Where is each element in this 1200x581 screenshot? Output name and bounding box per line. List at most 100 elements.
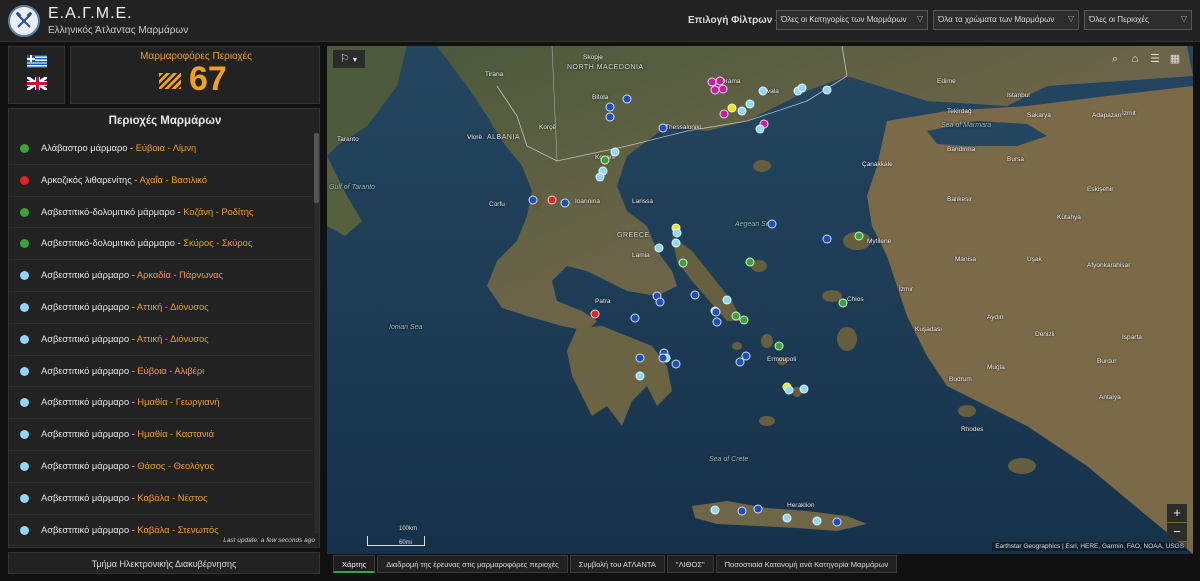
tab-3[interactable]: "ΛΙΘΟΣ" <box>666 555 714 573</box>
marble-area-marker[interactable] <box>590 309 600 319</box>
marble-area-marker[interactable] <box>622 94 632 104</box>
marble-area-marker[interactable] <box>758 86 768 96</box>
home-button[interactable]: ⌂ <box>1125 50 1145 68</box>
legend-button[interactable]: ☰ <box>1145 50 1165 68</box>
marble-area-marker[interactable] <box>605 112 615 122</box>
marble-area-marker[interactable] <box>710 505 720 515</box>
marble-area-marker[interactable] <box>712 317 722 327</box>
uk-flag-button[interactable] <box>27 77 47 90</box>
zoom-out-button[interactable]: − <box>1167 523 1187 541</box>
list-item[interactable]: Ασβεστιτικό μάρμαρο - Εύβοια - Αλιβέρι <box>9 356 313 388</box>
list-scrollbar[interactable] <box>314 133 319 533</box>
marble-area-marker[interactable] <box>528 195 538 205</box>
marble-area-marker[interactable] <box>671 238 681 248</box>
list-item[interactable]: Ασβεστιτικό μάρμαρο - Αρκαδία - Πάρνωνας <box>9 260 313 292</box>
marble-area-marker[interactable] <box>812 516 822 526</box>
marble-area-marker[interactable] <box>797 83 807 93</box>
marble-area-marker[interactable] <box>610 147 620 157</box>
tab-1[interactable]: Διαδρομή της έρευνας στις μαρμαροφόρες π… <box>377 555 568 573</box>
map-view[interactable]: Tirana NORTH MACEDONIA Skopje ALBANIA Ko… <box>327 46 1193 554</box>
list-item-text: Αρκοζικός λιθαρενίτης - Αχαΐα - Βασιλικό <box>41 174 207 185</box>
marble-area-marker[interactable] <box>605 102 615 112</box>
map-label-ermoupoli: Ermoupoli <box>767 356 797 363</box>
marble-area-marker[interactable] <box>727 103 737 113</box>
zoom-in-button[interactable]: + <box>1167 504 1187 522</box>
search-button[interactable]: ⌕ <box>1105 50 1125 68</box>
marble-area-marker[interactable] <box>671 359 681 369</box>
marble-area-marker[interactable] <box>774 341 784 351</box>
region-filter-select[interactable]: Όλες οι Περιοχές ▽ <box>1084 10 1192 30</box>
marble-area-marker[interactable] <box>658 123 668 133</box>
marble-area-marker[interactable] <box>560 198 570 208</box>
list-item[interactable]: Ασβεστιτικό μάρμαρο - Καβάλα - Νέστος <box>9 483 313 515</box>
marble-area-marker[interactable] <box>719 109 729 119</box>
tab-0[interactable]: Χάρτης <box>333 555 376 573</box>
marble-area-marker[interactable] <box>547 195 557 205</box>
list-item[interactable]: Αλάβαστρο μάρμαρο - Εύβοια - Λίμνη <box>9 133 313 165</box>
marble-area-marker[interactable] <box>739 315 749 325</box>
marble-location: Αρκαδία - Πάρνωνας <box>136 270 223 281</box>
marble-area-marker[interactable] <box>654 243 664 253</box>
map-label-albania: ALBANIA <box>487 134 521 141</box>
app-subtitle: Ελληνικός Άτλαντας Μαρμάρων <box>48 25 189 36</box>
basemap-button[interactable]: ▦ <box>1165 50 1185 68</box>
color-filter-select[interactable]: Όλα τα χρώματα των Μαρμάρων ▽ <box>933 10 1079 30</box>
marble-area-marker[interactable] <box>755 124 765 134</box>
list-item[interactable]: Ασβεστιτικό μάρμαρο - Αττική - Διόνυσος <box>9 324 313 356</box>
marble-area-marker[interactable] <box>718 84 728 94</box>
tab-2[interactable]: Συμβολή του ΑΤΛΑΝΤΑ <box>569 555 665 573</box>
marble-area-marker[interactable] <box>635 353 645 363</box>
category-filter-select[interactable]: Όλες οι Κατηγορίες των Μαρμάρων ▽ <box>776 10 928 30</box>
marble-area-marker[interactable] <box>672 228 682 238</box>
list-item[interactable]: Ασβεστιτικό μάρμαρο - Θάσος - Θεολόγος <box>9 451 313 483</box>
list-item[interactable]: Αρκοζικός λιθαρενίτης - Αχαΐα - Βασιλικό <box>9 165 313 197</box>
scrollbar-thumb[interactable] <box>314 133 319 203</box>
greek-flag-button[interactable] <box>27 55 47 68</box>
map-label-bursa: Bursa <box>1007 156 1024 163</box>
marble-area-marker[interactable] <box>832 517 842 527</box>
map-label-greece: GREECE <box>617 232 650 239</box>
last-update-text: Last update: a few seconds ago <box>223 537 315 544</box>
list-item[interactable]: Ασβεστιτικό-δολομιτικό μάρμαρο - Κοζάνη … <box>9 197 313 229</box>
marble-area-marker[interactable] <box>782 513 792 523</box>
tab-4[interactable]: Ποσοστιαία Κατανομή ανά Κατηγορία Μαρμάρ… <box>715 555 898 573</box>
marble-area-marker[interactable] <box>737 106 747 116</box>
list-item[interactable]: Ασβεστιτικό-δολομιτικό μάρμαρο - Σκύρος … <box>9 228 313 261</box>
marble-area-marker[interactable] <box>767 219 777 229</box>
map-attribution[interactable]: Earthstar Geographics | Esri, HERE, Garm… <box>992 542 1187 551</box>
marble-area-marker[interactable] <box>678 258 688 268</box>
marble-area-marker[interactable] <box>745 99 755 109</box>
map-label-ioannina: Ioannina <box>575 198 600 205</box>
marble-area-marker[interactable] <box>690 290 700 300</box>
marble-area-marker[interactable] <box>799 384 809 394</box>
marble-area-marker[interactable] <box>745 257 755 267</box>
marble-area-marker[interactable] <box>822 234 832 244</box>
marble-area-marker[interactable] <box>753 504 763 514</box>
marble-area-marker[interactable] <box>658 353 668 363</box>
marble-area-marker[interactable] <box>711 307 721 317</box>
marble-area-marker[interactable] <box>600 155 610 165</box>
marble-area-marker[interactable] <box>838 298 848 308</box>
map-label-korce: Korçë <box>539 124 556 131</box>
marble-area-marker[interactable] <box>630 313 640 323</box>
marble-area-marker[interactable] <box>737 506 747 516</box>
marble-area-marker[interactable] <box>784 385 794 395</box>
marble-area-marker[interactable] <box>635 371 645 381</box>
marble-area-marker[interactable] <box>735 357 745 367</box>
map-label-kusadasi: Kuşadası <box>915 326 943 333</box>
list-item[interactable]: Ασβεστιτικό μάρμαρο - Ημαθία - Καστανιά <box>9 419 313 451</box>
map-label-izmir: İzmir <box>899 286 914 293</box>
map-label-larissa: Larissa <box>632 198 653 205</box>
list-item[interactable]: Ασβεστιτικό μάρμαρο - Αττική - Διόνυσος <box>9 292 313 324</box>
list-item-text: Ασβεστιτικό μάρμαρο - Ημαθία - Γεωργιανή <box>41 397 220 408</box>
counter-value: 67 <box>189 60 227 98</box>
marble-area-marker[interactable] <box>854 231 864 241</box>
bookmark-dropdown-button[interactable]: ⚐ ▼ <box>333 50 365 68</box>
marble-area-marker[interactable] <box>822 85 832 95</box>
marble-area-marker[interactable] <box>655 297 665 307</box>
marble-area-marker[interactable] <box>715 76 725 86</box>
map-label-vlore: Vlorë <box>467 134 483 141</box>
list-item[interactable]: Ασβεστιτικό μάρμαρο - Ημαθία - Γεωργιανή <box>9 387 313 420</box>
marble-area-marker[interactable] <box>595 172 605 182</box>
marble-area-marker[interactable] <box>722 295 732 305</box>
